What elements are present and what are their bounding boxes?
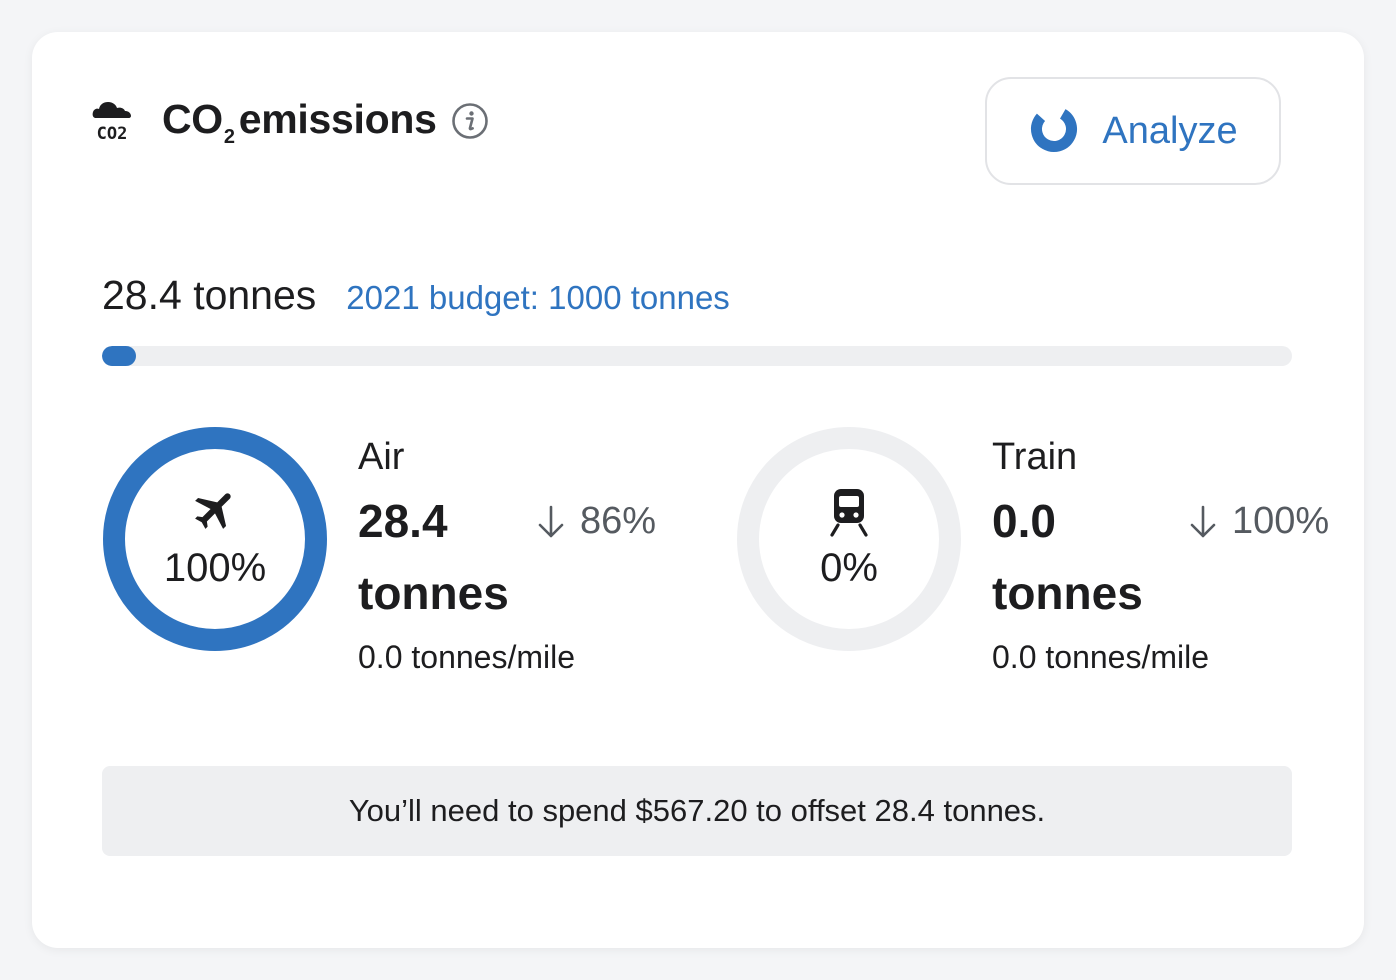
card-title: CO 2 emissions: [162, 95, 437, 148]
train-emissions-amount: 0.0 tonnes: [992, 495, 1143, 619]
budget-link[interactable]: 2021 budget: 1000 tonnes: [346, 279, 730, 317]
air-mode-name: Air: [358, 436, 405, 478]
total-emissions: 28.4 tonnes: [102, 272, 317, 318]
air-ring-arc: [103, 427, 327, 651]
train-change-value: 100%: [1232, 500, 1330, 542]
air-emissions-rate: 0.0 tonnes/mile: [358, 639, 576, 675]
analyze-button[interactable]: Analyze: [985, 77, 1281, 185]
co2-cloud-icon: CO2: [90, 94, 134, 144]
train-details: Train 0.0 tonnes 0.0 tonnes/mile: [992, 436, 1312, 676]
budget-progress-fill: [102, 346, 136, 366]
emissions-summary: 28.4 tonnes 2021 budget: 1000 tonnes: [102, 272, 730, 319]
air-share-percent: 100%: [163, 546, 267, 590]
pie-chart-icon: [1028, 103, 1080, 160]
title-prefix: CO: [162, 95, 223, 142]
train-icon: [826, 486, 872, 543]
train-share-percent: 0%: [820, 546, 878, 590]
train-share-ring: 0%: [736, 426, 962, 652]
train-emissions-rate: 0.0 tonnes/mile: [992, 639, 1210, 675]
arrow-down-icon: [1190, 505, 1216, 537]
offset-note: You’ll need to spend $567.20 to offset 2…: [102, 766, 1292, 856]
co2-emissions-card: CO2 CO 2 emissions Analyze 28.4 tonnes 2…: [32, 32, 1364, 948]
analyze-button-label: Analyze: [1102, 109, 1238, 152]
train-change: 100%: [1190, 500, 1329, 543]
svg-text:CO2: CO2: [97, 124, 128, 144]
air-details: Air 28.4 tonnes 0.0 tonnes/mile: [358, 436, 678, 676]
info-icon[interactable]: [451, 102, 489, 145]
title-subscript: 2: [223, 125, 235, 148]
air-share-ring: 100%: [102, 426, 328, 652]
air-change-value: 86%: [580, 500, 657, 542]
card-header: CO2 CO 2 emissions: [90, 94, 489, 148]
airplane-icon: [190, 484, 240, 539]
air-change: 86%: [538, 500, 656, 543]
budget-progress-bar: [102, 346, 1292, 366]
train-mode-name: Train: [992, 436, 1078, 478]
title-suffix: emissions: [238, 95, 437, 142]
arrow-down-icon: [538, 505, 564, 537]
air-emissions-amount: 28.4 tonnes: [358, 495, 509, 619]
